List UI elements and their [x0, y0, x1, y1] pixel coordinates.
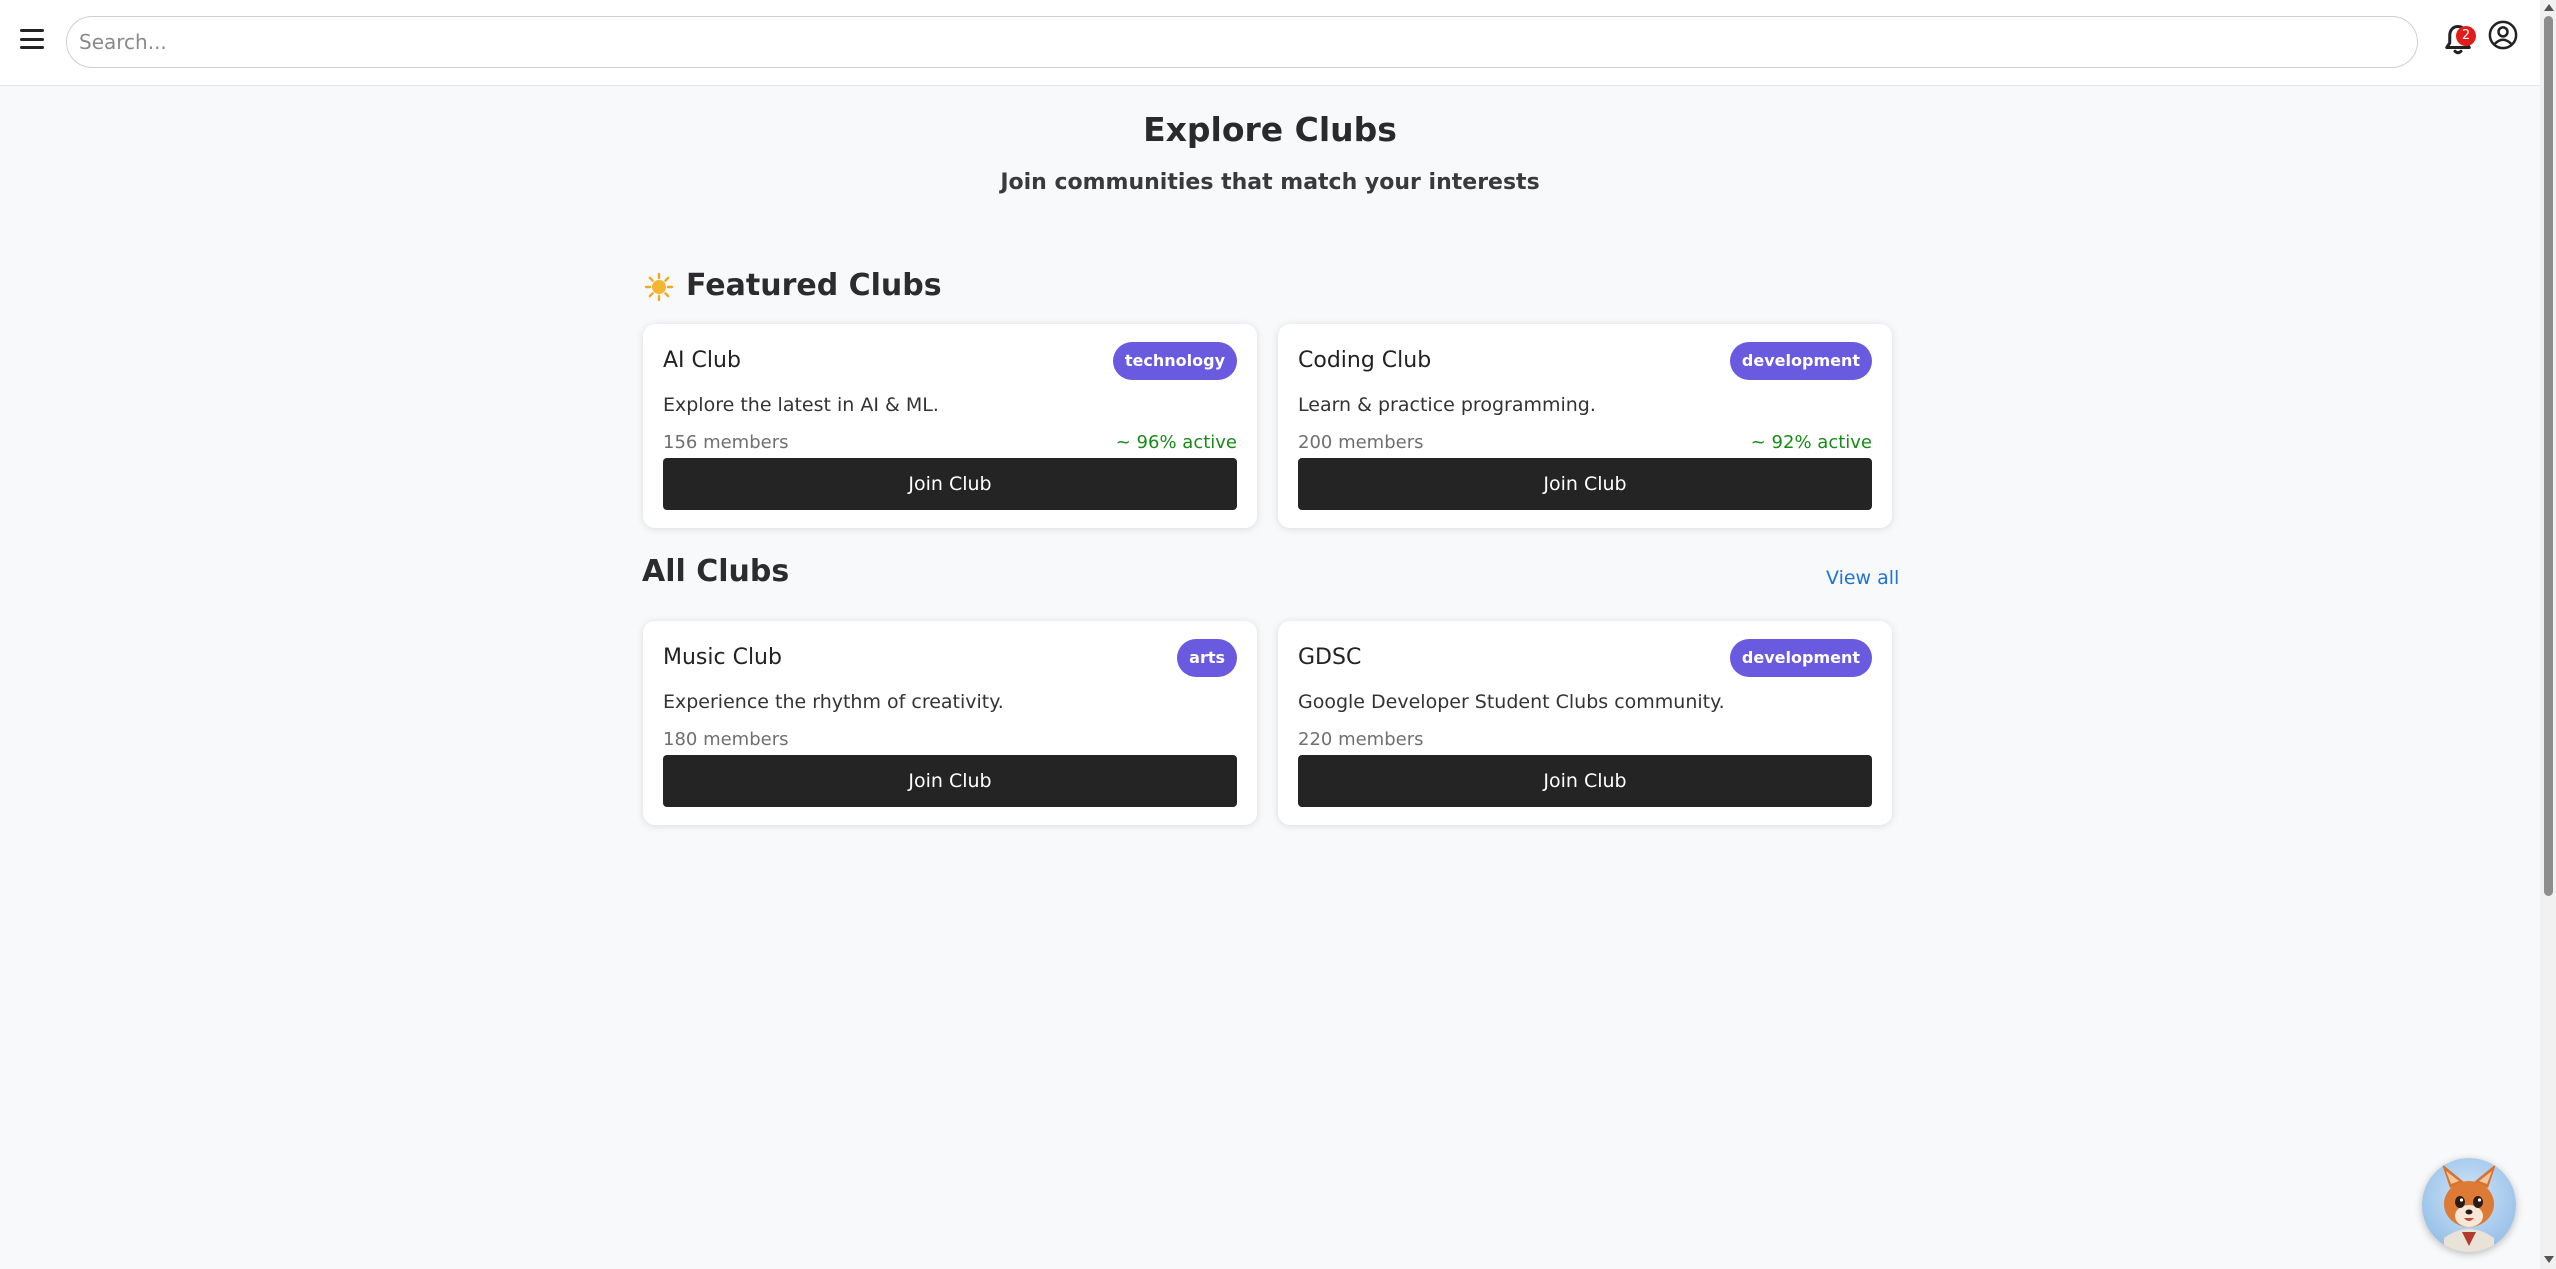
club-member-count: 220 members — [1298, 729, 1424, 750]
scroll-down-arrow-icon[interactable] — [2544, 1256, 2554, 1263]
all-clubs-heading: All Clubs — [642, 554, 790, 589]
view-all-link[interactable]: View all — [1826, 567, 1899, 589]
search-input[interactable] — [66, 16, 2418, 68]
club-name: GDSC — [1298, 645, 1362, 670]
featured-clubs-heading: Featured Clubs — [686, 268, 942, 303]
club-member-count: 156 members — [663, 432, 789, 453]
club-category-tag: technology — [1112, 342, 1237, 380]
join-club-button[interactable]: Join Club — [663, 458, 1237, 510]
page-subtitle: Join communities that match your interes… — [1000, 170, 1540, 195]
club-card-coding-club: Coding Club development Learn & practice… — [1278, 324, 1892, 528]
club-description: Learn & practice programming. — [1298, 394, 1596, 416]
club-name: AI Club — [663, 348, 741, 373]
club-member-count: 180 members — [663, 729, 789, 750]
page-title: Explore Clubs — [1143, 110, 1397, 149]
club-category-tag: arts — [1177, 639, 1237, 677]
club-category-tag: development — [1729, 639, 1872, 677]
club-member-count: 200 members — [1298, 432, 1424, 453]
club-activity-rate: ~ 96% active — [1115, 432, 1237, 453]
club-category-tag: development — [1729, 342, 1872, 380]
club-card-music-club: Music Club arts Experience the rhythm of… — [643, 621, 1257, 825]
scroll-up-arrow-icon[interactable] — [2544, 4, 2554, 11]
top-bar: 2 — [0, 0, 2540, 86]
user-profile-icon[interactable] — [2488, 20, 2518, 50]
join-club-button[interactable]: Join Club — [1298, 458, 1872, 510]
join-club-button[interactable]: Join Club — [663, 755, 1237, 807]
club-description: Google Developer Student Clubs community… — [1298, 691, 1725, 713]
fox-mascot-icon — [2442, 1164, 2496, 1252]
sun-icon — [644, 272, 674, 302]
club-description: Explore the latest in AI & ML. — [663, 394, 939, 416]
club-activity-rate: ~ 92% active — [1750, 432, 1872, 453]
club-name: Coding Club — [1298, 348, 1432, 373]
club-card-ai-club: AI Club technology Explore the latest in… — [643, 324, 1257, 528]
scrollbar-thumb[interactable] — [2544, 16, 2553, 896]
club-card-gdsc: GDSC development Google Developer Studen… — [1278, 621, 1892, 825]
club-description: Experience the rhythm of creativity. — [663, 691, 1004, 713]
notification-count-badge: 2 — [2456, 26, 2476, 46]
assistant-avatar-button[interactable] — [2422, 1158, 2516, 1252]
hamburger-menu-icon[interactable] — [18, 26, 46, 52]
join-club-button[interactable]: Join Club — [1298, 755, 1872, 807]
club-name: Music Club — [663, 645, 782, 670]
